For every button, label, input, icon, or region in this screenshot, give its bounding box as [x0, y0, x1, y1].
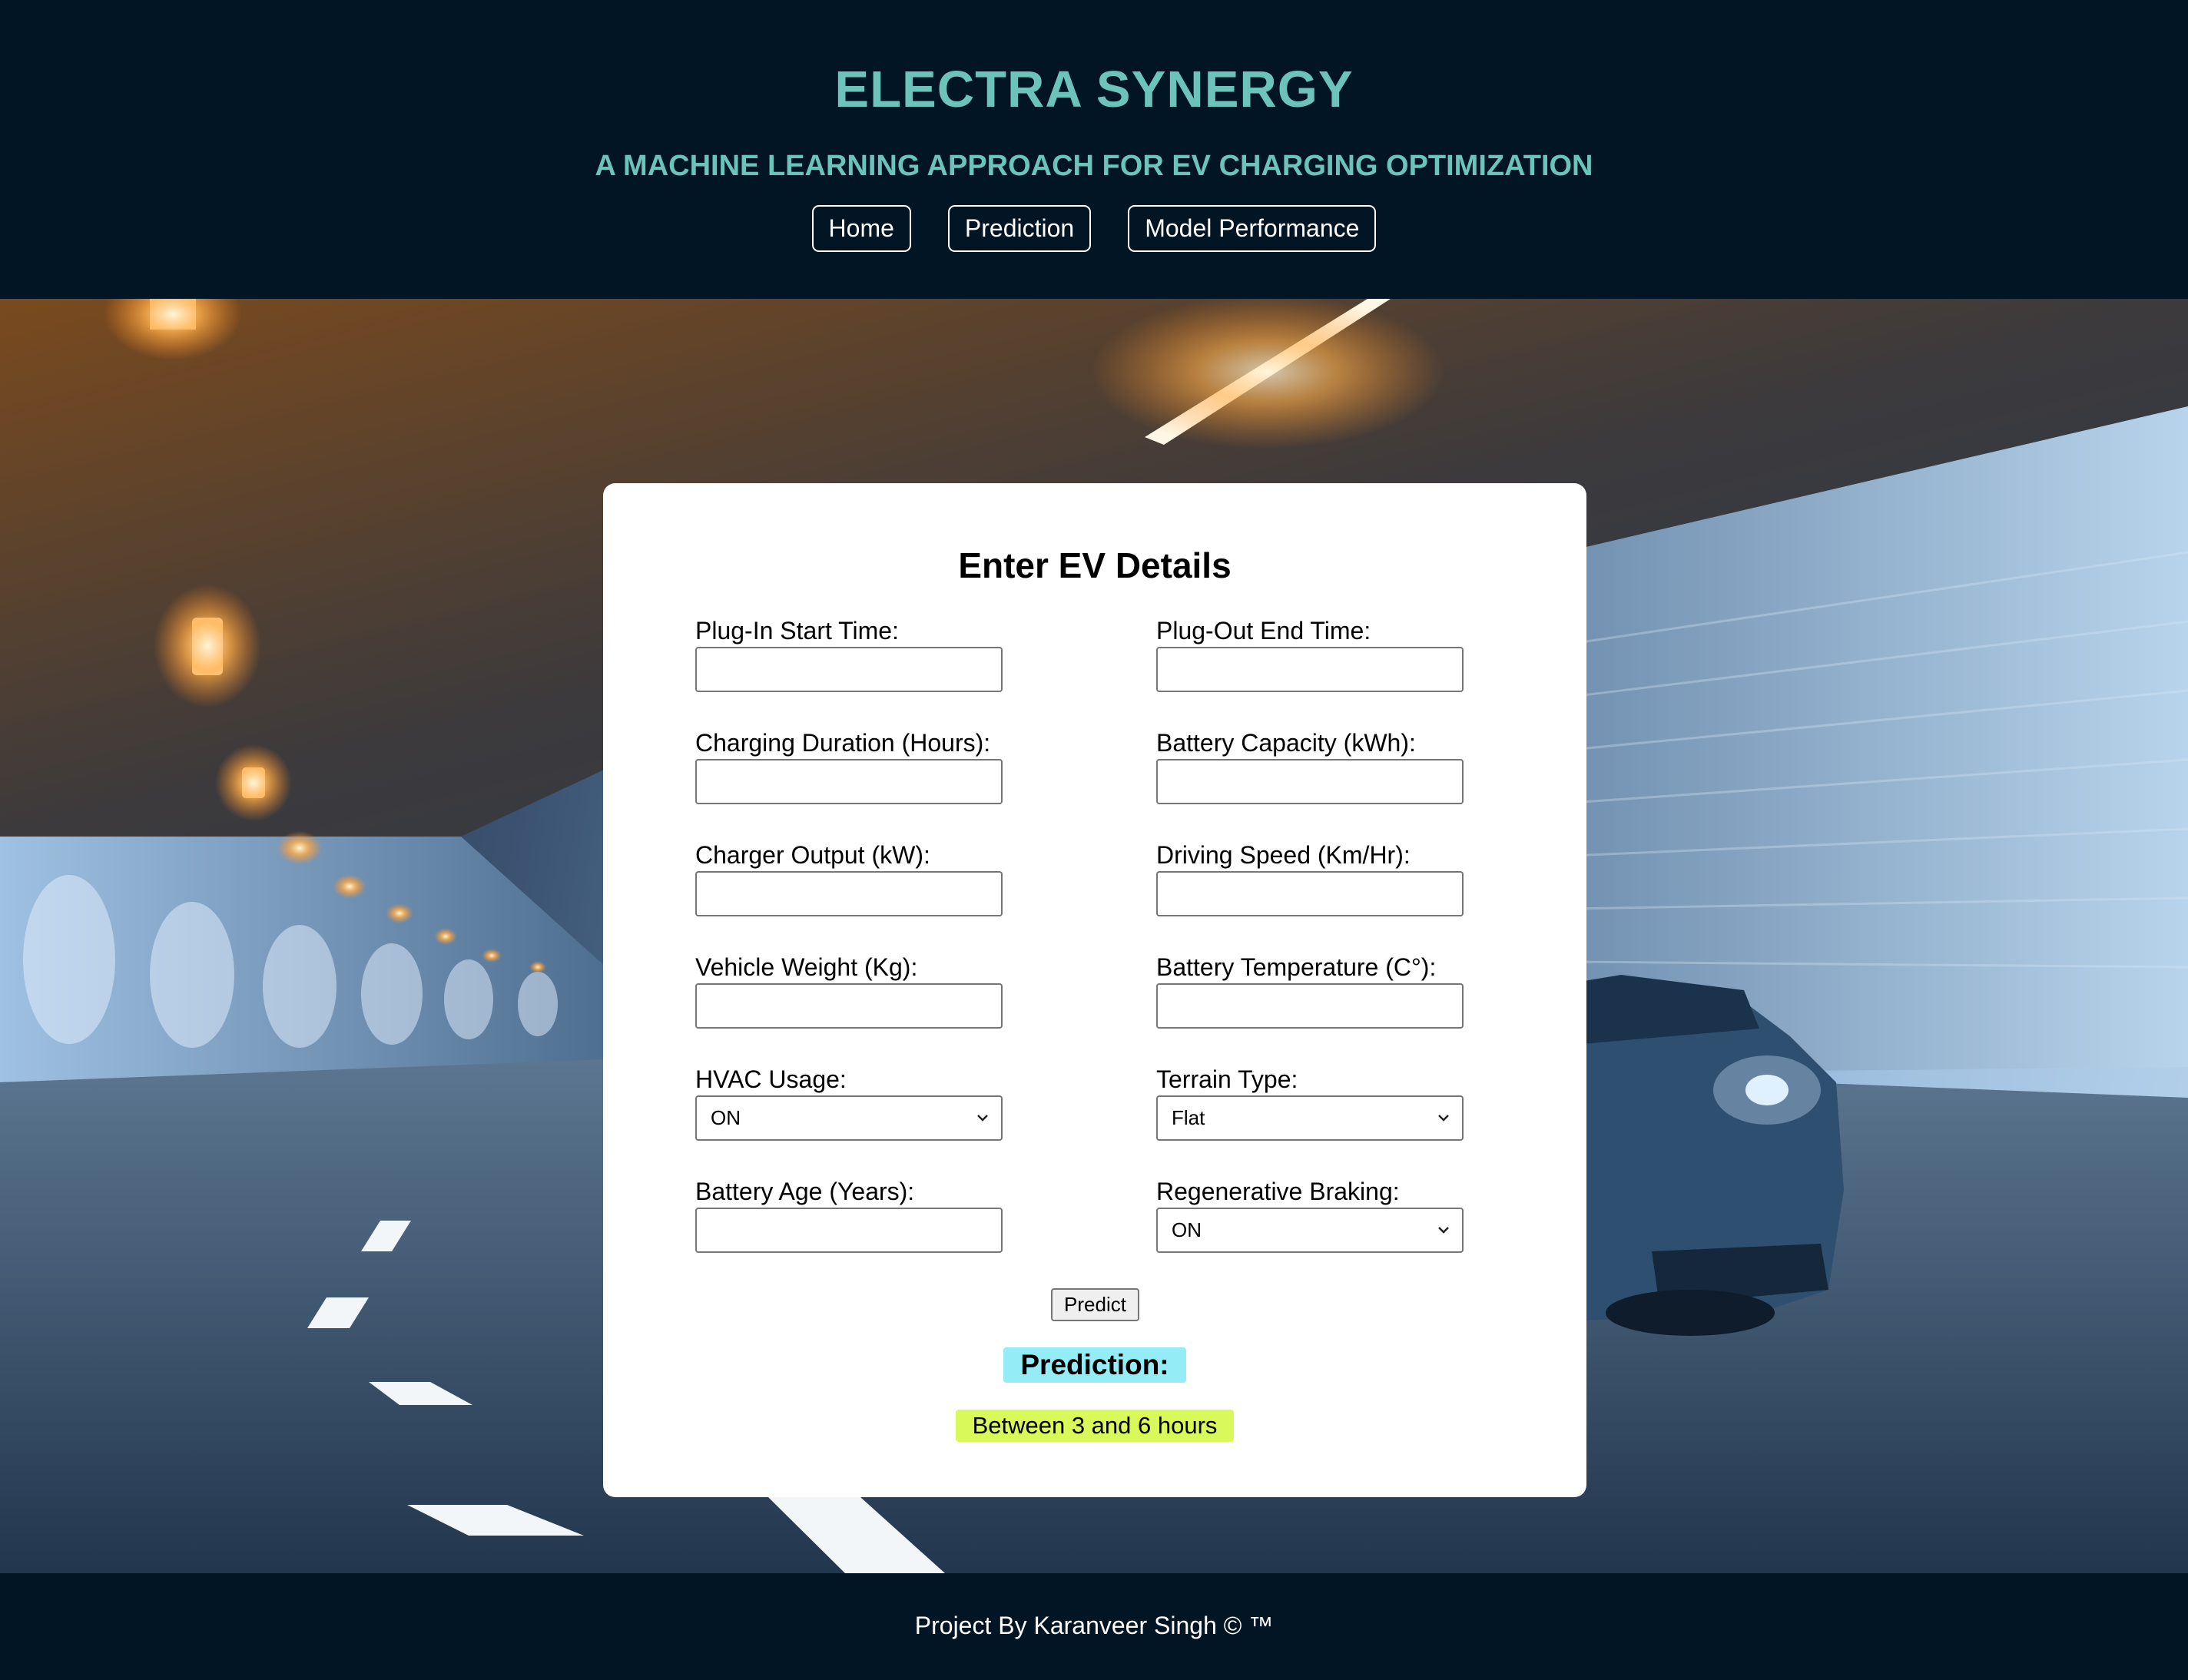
battery-temperature-field: Battery Temperature (C°): — [1156, 953, 1464, 1029]
charger-output-field: Charger Output (kW): — [695, 841, 1003, 916]
vehicle-weight-label: Vehicle Weight (Kg): — [695, 953, 918, 981]
charging-duration-label: Charging Duration (Hours): — [695, 729, 991, 757]
footer-credit: Project By Karanveer Singh © ™ — [914, 1612, 1274, 1639]
prediction-result: Between 3 and 6 hours — [955, 1410, 1235, 1442]
driving-speed-field: Driving Speed (Km/Hr): — [1156, 841, 1464, 916]
terrain-type-select[interactable]: Flat — [1156, 1095, 1464, 1141]
hvac-usage-selected-value: ON — [711, 1106, 741, 1129]
plug-in-start-label: Plug-In Start Time: — [695, 617, 899, 644]
plug-out-end-label: Plug-Out End Time: — [1156, 617, 1371, 644]
driving-speed-label: Driving Speed (Km/Hr): — [1156, 841, 1411, 869]
site-subtitle: A MACHINE LEARNING APPROACH FOR EV CHARG… — [595, 150, 1593, 182]
main-nav: Home Prediction Model Performance — [0, 205, 2188, 252]
site-title: ELECTRA SYNERGY — [834, 61, 1354, 118]
hvac-usage-label: HVAC Usage: — [695, 1065, 847, 1093]
chevron-down-icon — [1438, 1227, 1449, 1234]
prediction-heading-wrapper: Prediction: — [603, 1347, 1586, 1383]
terrain-type-field: Terrain Type: Flat — [1156, 1065, 1464, 1141]
hvac-usage-field: HVAC Usage: ON — [695, 1065, 1003, 1141]
battery-capacity-label: Battery Capacity (kWh): — [1156, 729, 1416, 757]
battery-age-input[interactable] — [695, 1208, 1003, 1253]
charger-output-label: Charger Output (kW): — [695, 841, 930, 869]
hvac-usage-select[interactable]: ON — [695, 1095, 1003, 1141]
battery-temperature-label: Battery Temperature (C°): — [1156, 953, 1437, 981]
chevron-down-icon — [977, 1115, 988, 1122]
site-footer: Project By Karanveer Singh © ™ — [0, 1573, 2188, 1680]
terrain-type-label: Terrain Type: — [1156, 1065, 1298, 1093]
battery-capacity-input[interactable] — [1156, 759, 1464, 804]
vehicle-weight-field: Vehicle Weight (Kg): — [695, 953, 1003, 1029]
terrain-type-selected-value: Flat — [1172, 1106, 1205, 1129]
plug-out-end-field: Plug-Out End Time: — [1156, 617, 1464, 692]
regenerative-braking-selected-value: ON — [1172, 1218, 1202, 1241]
charger-output-input[interactable] — [695, 871, 1003, 916]
battery-age-field: Battery Age (Years): — [695, 1178, 1003, 1253]
form-title: Enter EV Details — [958, 545, 1232, 585]
nav-home-button[interactable]: Home — [811, 205, 911, 252]
battery-age-label: Battery Age (Years): — [695, 1178, 915, 1205]
battery-capacity-field: Battery Capacity (kWh): — [1156, 729, 1464, 804]
ev-details-form-card: Enter EV Details Plug-In Start Time: Plu… — [603, 483, 1586, 1497]
regenerative-braking-label: Regenerative Braking: — [1156, 1178, 1400, 1205]
charging-duration-field: Charging Duration (Hours): — [695, 729, 1003, 804]
nav-prediction-button[interactable]: Prediction — [947, 205, 1092, 252]
chevron-down-icon — [1438, 1115, 1449, 1122]
prediction-result-wrapper: Between 3 and 6 hours — [603, 1410, 1586, 1442]
plug-in-start-input[interactable] — [695, 647, 1003, 692]
driving-speed-input[interactable] — [1156, 871, 1464, 916]
regenerative-braking-select[interactable]: ON — [1156, 1208, 1464, 1253]
nav-model-performance-button[interactable]: Model Performance — [1128, 205, 1377, 252]
prediction-heading: Prediction: — [1003, 1347, 1186, 1383]
site-header: ELECTRA SYNERGY A MACHINE LEARNING APPRO… — [0, 0, 2188, 299]
plug-out-end-input[interactable] — [1156, 647, 1464, 692]
vehicle-weight-input[interactable] — [695, 983, 1003, 1029]
battery-temperature-input[interactable] — [1156, 983, 1464, 1029]
regenerative-braking-field: Regenerative Braking: ON — [1156, 1178, 1464, 1253]
predict-button[interactable]: Predict — [1051, 1288, 1139, 1321]
charging-duration-input[interactable] — [695, 759, 1003, 804]
plug-in-start-field: Plug-In Start Time: — [695, 617, 1003, 692]
